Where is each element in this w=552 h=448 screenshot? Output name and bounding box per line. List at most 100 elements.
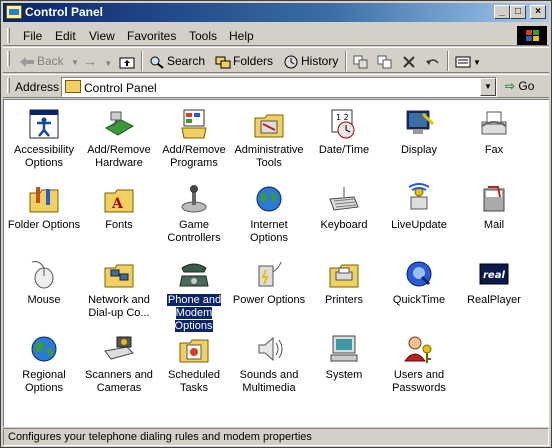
- search-icon: [149, 55, 165, 69]
- printers-folder-icon: [328, 258, 360, 290]
- forward-button[interactable]: → ▼: [83, 52, 112, 72]
- maximize-button[interactable]: □: [510, 5, 526, 19]
- scanner-icon: [103, 333, 135, 365]
- address-label: Address: [15, 80, 60, 94]
- item-label-text: LiveUpdate: [391, 219, 447, 231]
- address-value: Control Panel: [84, 81, 157, 95]
- control-panel-item[interactable]: Administrative Tools: [231, 104, 307, 176]
- copy-to-icon: [377, 55, 393, 69]
- control-panel-item[interactable]: Sounds and Multimedia: [231, 329, 307, 401]
- svg-text:real: real: [483, 270, 505, 281]
- close-button[interactable]: ×: [530, 5, 546, 19]
- control-panel-item[interactable]: Add/Remove Programs: [156, 104, 232, 176]
- menu-favorites[interactable]: Favorites: [127, 29, 176, 43]
- item-label-text: Add/Remove Programs: [162, 144, 226, 169]
- item-label-text: Keyboard: [320, 219, 368, 231]
- menu-tools[interactable]: Tools: [189, 29, 217, 43]
- item-label: Fax: [456, 144, 532, 157]
- control-panel-item[interactable]: 1 2 Date/Time: [306, 104, 382, 176]
- standard-toolbar: Back ▼ → ▼ Search Folders History ▼: [3, 47, 549, 73]
- control-panel-item[interactable]: Mail: [456, 179, 532, 251]
- item-label-text: Mouse: [27, 294, 61, 306]
- control-panel-item[interactable]: Users and Passwords: [381, 329, 457, 401]
- copy-to-button[interactable]: [377, 52, 395, 72]
- item-label-text: Fax: [484, 144, 504, 156]
- control-panel-item[interactable]: QuickTime: [381, 254, 457, 326]
- address-input[interactable]: Control Panel ▼: [61, 77, 497, 97]
- item-label-text: Date/Time: [318, 144, 370, 156]
- minimize-button[interactable]: _: [494, 5, 510, 19]
- control-panel-item[interactable]: real RealPlayer: [456, 254, 532, 326]
- item-label: Phone and Modem Options: [156, 293, 232, 333]
- control-panel-item[interactable]: Network and Dial-up Co...: [81, 254, 157, 326]
- item-label-text: Folder Options: [7, 219, 81, 231]
- control-panel-item[interactable]: Game Controllers: [156, 179, 232, 251]
- history-label: History: [301, 54, 339, 68]
- back-arrow-icon: [19, 55, 35, 69]
- control-panel-item[interactable]: Power Options: [231, 254, 307, 326]
- control-panel-item[interactable]: Phone and Modem Options: [156, 254, 232, 333]
- programs-icon: [178, 108, 210, 140]
- item-label: Internet Options: [231, 219, 307, 245]
- folders-label: Folders: [233, 54, 274, 68]
- item-label-text: Printers: [325, 294, 363, 306]
- go-label: Go: [518, 79, 535, 93]
- control-panel-item[interactable]: Folder Options: [6, 179, 82, 251]
- delete-button[interactable]: [401, 52, 419, 72]
- undo-icon: [425, 55, 441, 69]
- control-panel-item[interactable]: Display: [381, 104, 457, 176]
- control-panel-item[interactable]: Printers: [306, 254, 382, 326]
- address-dropdown-button[interactable]: ▼: [480, 78, 496, 96]
- undo-button[interactable]: [425, 52, 443, 72]
- item-label-text: Accessibility Options: [14, 144, 74, 169]
- go-button[interactable]: ⇨ Go: [505, 79, 534, 93]
- item-label: QuickTime: [381, 294, 457, 307]
- control-panel-item[interactable]: A Fonts: [81, 179, 157, 251]
- folders-button[interactable]: Folders: [215, 52, 273, 72]
- item-label: Regional Options: [6, 369, 82, 395]
- control-panel-item[interactable]: Fax: [456, 104, 532, 176]
- control-panel-item[interactable]: Add/Remove Hardware: [81, 104, 157, 176]
- menu-bar: File Edit View Favorites Tools Help: [3, 25, 549, 46]
- menu-view[interactable]: View: [89, 29, 115, 43]
- search-button[interactable]: Search: [149, 52, 205, 72]
- regional-globe-icon: [28, 333, 60, 365]
- go-arrow-icon: ⇨: [505, 79, 516, 93]
- move-to-button[interactable]: [353, 52, 371, 72]
- item-label-text: Game Controllers: [167, 219, 221, 244]
- item-label-text: Scanners and Cameras: [85, 369, 153, 394]
- up-folder-button[interactable]: [119, 52, 137, 72]
- item-label: Accessibility Options: [6, 144, 82, 170]
- control-panel-item[interactable]: System: [306, 329, 382, 401]
- title-bar[interactable]: Control Panel _ □ ×: [3, 3, 549, 22]
- control-panel-item[interactable]: LiveUpdate: [381, 179, 457, 251]
- menu-help[interactable]: Help: [229, 29, 254, 43]
- control-panel-item[interactable]: Regional Options: [6, 329, 82, 401]
- folders-icon: [215, 55, 231, 69]
- views-button[interactable]: ▼: [455, 52, 481, 72]
- speaker-icon: [253, 333, 285, 365]
- control-panel-item[interactable]: Scanners and Cameras: [81, 329, 157, 401]
- control-panel-icon: [6, 5, 22, 19]
- item-label-text: Sounds and Multimedia: [239, 369, 299, 394]
- item-label: Display: [381, 144, 457, 157]
- control-panel-item[interactable]: Scheduled Tasks: [156, 329, 232, 401]
- back-button[interactable]: Back ▼: [19, 52, 79, 72]
- item-label: Network and Dial-up Co...: [81, 294, 157, 320]
- control-panel-item[interactable]: Keyboard: [306, 179, 382, 251]
- admin-tools-icon: [253, 108, 285, 140]
- quicktime-icon: [403, 258, 435, 290]
- control-panel-item[interactable]: Internet Options: [231, 179, 307, 251]
- accessibility-icon: [28, 108, 60, 140]
- globe-icon: [253, 183, 285, 215]
- item-label-text: Administrative Tools: [234, 144, 304, 169]
- toolbar-separator: [447, 51, 449, 71]
- control-panel-item[interactable]: Mouse: [6, 254, 82, 326]
- menu-edit[interactable]: Edit: [55, 29, 76, 43]
- history-button[interactable]: History: [283, 52, 338, 72]
- item-label: Mouse: [6, 294, 82, 307]
- menu-file[interactable]: File: [23, 29, 42, 43]
- up-folder-icon: [119, 55, 135, 69]
- control-panel-item[interactable]: Accessibility Options: [6, 104, 82, 176]
- svg-text:1 2: 1 2: [336, 113, 349, 122]
